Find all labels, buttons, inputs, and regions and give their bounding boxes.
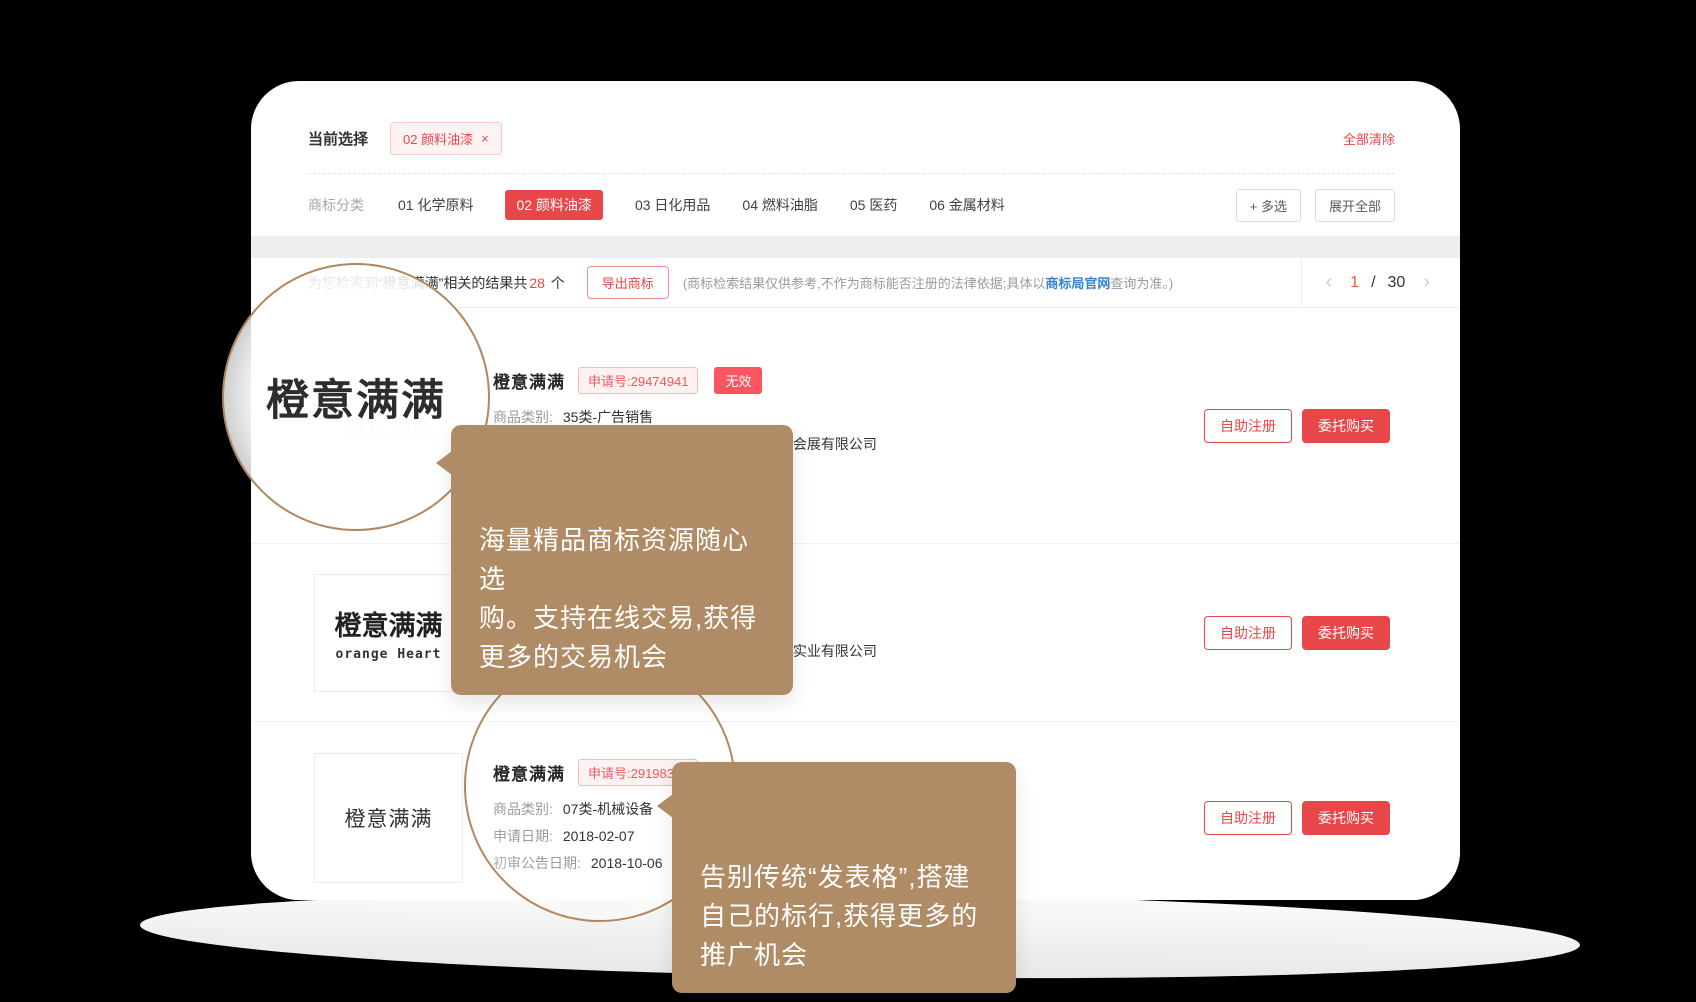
- category-label: 商品类别:: [493, 409, 553, 425]
- self-register-button[interactable]: 自助注册: [1204, 801, 1292, 835]
- trademark-image-text: 橙意满满: [345, 803, 433, 833]
- current-selection-label: 当前选择: [308, 128, 368, 149]
- trademark-office-link[interactable]: 商标局官网: [1045, 276, 1110, 291]
- results-count: 28: [527, 275, 547, 291]
- magnifier-circle-1: 橙意满满: [222, 263, 490, 531]
- category-item-04[interactable]: 04 燃料油脂: [742, 195, 817, 215]
- category-item-05[interactable]: 05 医药: [850, 195, 897, 215]
- section-gap: [251, 236, 1460, 258]
- disclaimer-suffix: 查询为准。): [1110, 276, 1173, 291]
- magnified-trademark-text: 橙意满满: [266, 366, 446, 428]
- multi-select-button[interactable]: + 多选: [1236, 189, 1301, 222]
- category-bar: 商标分类 01 化学原料 02 颜料油漆 03 日化用品 04 燃料油脂 05 …: [251, 174, 1460, 236]
- trademark-image-3: 橙意满满: [314, 753, 463, 883]
- chevron-right-icon[interactable]: ›: [1417, 271, 1436, 294]
- disclaimer-text: (商标检索结果仅供参考,不作为商标能否注册的法律依据;具体以商标局官网查询为准。…: [683, 273, 1173, 292]
- commission-buy-button[interactable]: 委托购买: [1302, 801, 1390, 835]
- trademark-image-2: 橙意满满 orange Heart: [314, 574, 463, 692]
- category-item-02-selected[interactable]: 02 颜料油漆: [505, 190, 602, 220]
- pagination: ‹ 1 / 30 ›: [1301, 258, 1461, 307]
- row-actions-1: 自助注册 委托购买: [1204, 409, 1390, 443]
- result-row-2: 橙意满满 orange Heart 橙意满满 申请号:29482153 已注册 …: [251, 544, 1460, 722]
- promo-tooltip-2: 告别传统“发表格”,搭建 自己的标行,获得更多的 推广机会: [672, 762, 1016, 993]
- disclaimer-prefix: (商标检索结果仅供参考,不作为商标能否注册的法律依据;具体以: [683, 276, 1046, 291]
- commission-buy-button[interactable]: 委托购买: [1302, 409, 1390, 443]
- page-background: 当前选择 02 颜料油漆 × 全部清除 商标分类 01 化学原料 02 颜料油漆…: [0, 0, 1696, 1002]
- commission-buy-button[interactable]: 委托购买: [1302, 616, 1390, 650]
- category-item-01[interactable]: 01 化学原料: [398, 195, 473, 215]
- promo-tooltip-1-text: 海量精品商标资源随心选 购。支持在线交易,获得 更多的交易机会: [479, 525, 757, 672]
- category-bar-label: 商标分类: [308, 195, 364, 215]
- row-actions-2: 自助注册 委托购买: [1204, 616, 1390, 650]
- promo-tooltip-1: 海量精品商标资源随心选 购。支持在线交易,获得 更多的交易机会: [451, 425, 793, 695]
- chevron-left-icon[interactable]: ‹: [1320, 271, 1339, 294]
- tooltip-arrow-icon: [657, 794, 673, 818]
- export-trademarks-button[interactable]: 导出商标: [587, 266, 669, 299]
- self-register-button[interactable]: 自助注册: [1204, 409, 1292, 443]
- status-badge-invalid: 无效: [714, 367, 762, 394]
- total-pages: 30: [1388, 274, 1406, 292]
- self-register-button[interactable]: 自助注册: [1204, 616, 1292, 650]
- selection-bar: 当前选择 02 颜料油漆 × 全部清除: [251, 81, 1460, 161]
- current-page: 1: [1350, 274, 1359, 292]
- remove-filter-icon[interactable]: ×: [481, 131, 489, 146]
- row-actions-3: 自助注册 委托购买: [1204, 801, 1390, 835]
- results-summary-suffix: 个: [547, 275, 565, 291]
- page-separator: /: [1371, 274, 1375, 292]
- category-item-03[interactable]: 03 日化用品: [635, 195, 710, 215]
- category-value: 35类-广告销售: [563, 409, 653, 425]
- category-item-06[interactable]: 06 金属材料: [929, 195, 1004, 215]
- filter-tag-label: 02 颜料油漆: [403, 129, 473, 148]
- application-number-badge: 申请号:29474941: [578, 367, 698, 394]
- trademark-image-subtext: orange Heart: [336, 647, 442, 662]
- selected-filter-tag[interactable]: 02 颜料油漆 ×: [390, 122, 502, 155]
- promo-tooltip-2-text: 告别传统“发表格”,搭建 自己的标行,获得更多的 推广机会: [700, 862, 978, 970]
- trademark-image-text: 橙意满满: [335, 604, 443, 643]
- expand-all-button[interactable]: 展开全部: [1315, 189, 1395, 222]
- clear-all-button[interactable]: 全部清除: [1343, 129, 1395, 148]
- trademark-name: 橙意满满: [493, 368, 565, 393]
- tooltip-arrow-icon: [436, 451, 452, 475]
